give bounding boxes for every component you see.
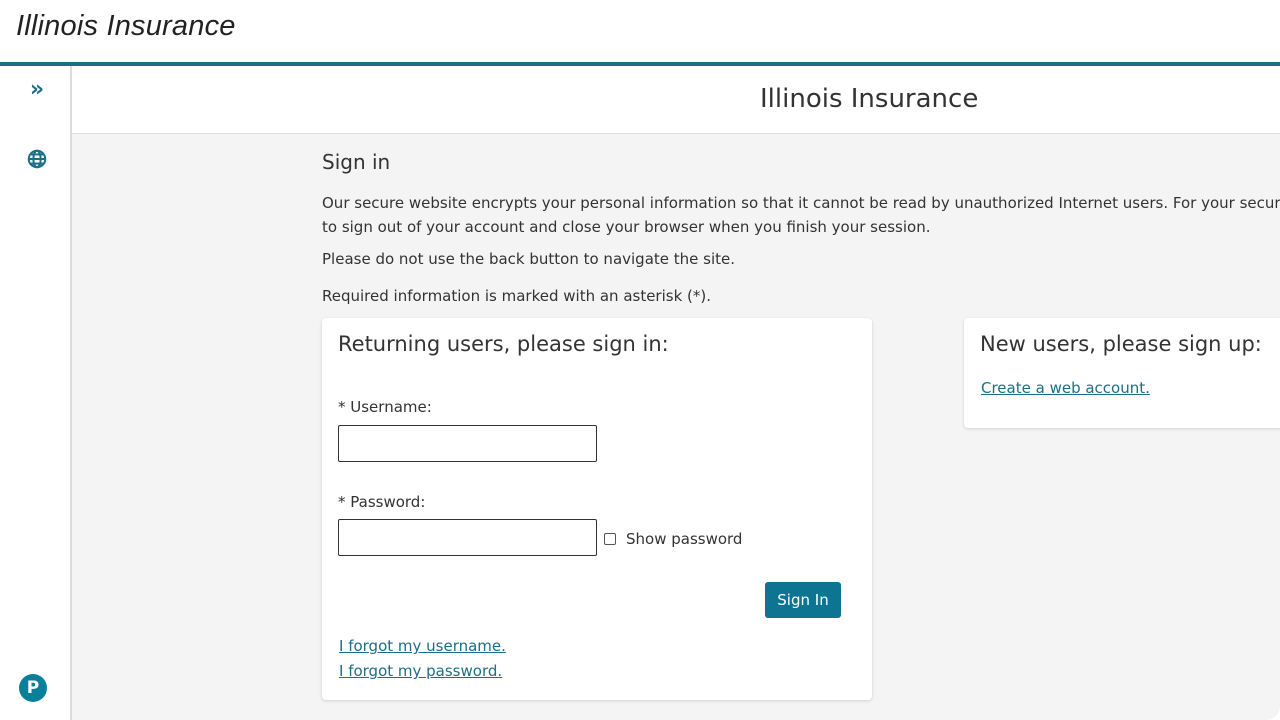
pearson-logo-icon[interactable]: P (19, 674, 47, 702)
app-window: Illinois Insurance » P Illinois Insuranc… (0, 0, 1280, 720)
password-input[interactable] (338, 519, 597, 556)
left-rail: » P (0, 66, 72, 720)
forgot-username-link[interactable]: I forgot my username. (339, 637, 506, 655)
page-title: Illinois Insurance (760, 84, 979, 114)
create-account-link[interactable]: Create a web account. (981, 379, 1150, 397)
forgot-password-link[interactable]: I forgot my password. (339, 662, 502, 680)
top-banner: Illinois Insurance (0, 0, 1280, 62)
password-label: * Password: (338, 493, 426, 511)
main-content: Illinois Insurance Sign in Our secure we… (72, 66, 1280, 720)
username-label: * Username: (338, 398, 432, 416)
username-input[interactable] (338, 425, 597, 462)
globe-icon[interactable] (22, 144, 52, 174)
signin-heading: Sign in (322, 150, 391, 174)
logo-letter: P (26, 678, 40, 698)
double-chevron-right-icon[interactable]: » (22, 74, 52, 104)
login-card-title: Returning users, please sign in: (338, 332, 669, 356)
security-notice-line1: Our secure website encrypts your persona… (322, 194, 1280, 212)
sign-in-button[interactable]: Sign In (765, 582, 841, 618)
back-button-notice: Please do not use the back button to nav… (322, 250, 736, 268)
signup-card: New users, please sign up: Create a web … (964, 318, 1280, 428)
signup-card-title: New users, please sign up: (980, 332, 1262, 356)
required-notice: Required information is marked with an a… (322, 287, 712, 305)
show-password-checkbox[interactable] (604, 533, 616, 545)
login-card: Returning users, please sign in: * Usern… (322, 318, 872, 700)
brand-title: Illinois Insurance (16, 10, 236, 42)
security-notice-line2: to sign out of your account and close yo… (322, 218, 931, 236)
show-password-label: Show password (626, 530, 743, 548)
content-header: Illinois Insurance (72, 66, 1280, 134)
show-password-toggle[interactable]: Show password (604, 530, 742, 548)
